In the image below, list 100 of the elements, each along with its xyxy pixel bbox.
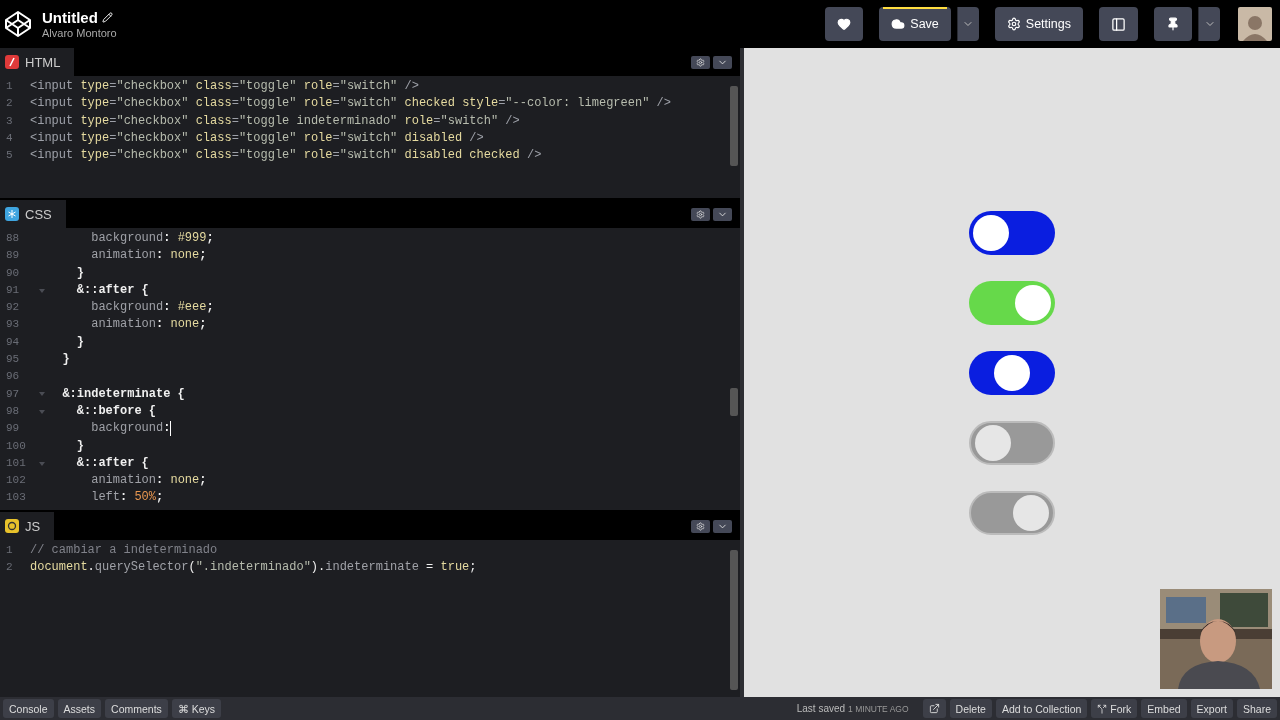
- code-line: &::after {: [75, 454, 149, 472]
- heart-button[interactable]: [825, 7, 864, 41]
- settings-button[interactable]: [691, 56, 710, 69]
- pen-title: Untitled: [42, 9, 98, 26]
- footer-tab[interactable]: ⌘ Keys: [171, 699, 222, 718]
- code-line: background:: [90, 420, 171, 438]
- toggle-switch[interactable]: [969, 280, 1055, 325]
- scrollbar[interactable]: [730, 86, 738, 166]
- last-saved-label: Last saved: [796, 703, 846, 714]
- fold-icon[interactable]: [39, 409, 45, 414]
- editor-tab[interactable]: HTML: [0, 48, 75, 76]
- footer-button[interactable]: Share: [1236, 699, 1277, 718]
- logo-icon[interactable]: [4, 10, 32, 38]
- fork-button[interactable]: Fork: [1091, 699, 1138, 718]
- code-line: <input type="checkbox" class="toggle" role="switch" checked style="--color: limegreen" />: [30, 95, 671, 113]
- footer-tab[interactable]: Assets: [57, 699, 102, 718]
- code-line: document.querySelector(".indeterminado").indeterminate = true;: [30, 559, 477, 577]
- line-number: 98: [6, 403, 20, 419]
- toggle-switch[interactable]: [969, 210, 1055, 255]
- save-button[interactable]: Save: [879, 7, 951, 41]
- line-number: 96: [6, 369, 20, 385]
- last-saved-time: 1 MINUTE AGO: [848, 703, 909, 714]
- footer-button[interactable]: Add to Collection: [995, 699, 1088, 718]
- scrollbar[interactable]: [730, 388, 738, 416]
- settings-icon: [696, 522, 705, 531]
- fold-icon[interactable]: [39, 461, 45, 466]
- fold-icon[interactable]: [39, 288, 45, 293]
- code-line: <input type="checkbox" class="toggle indeterminado" role="switch" />: [30, 112, 520, 130]
- layout-button[interactable]: [1099, 7, 1138, 41]
- code-line: <input type="checkbox" class="toggle" role="switch" />: [30, 78, 419, 95]
- editor-tab[interactable]: CSS: [0, 200, 66, 228]
- collapse-button[interactable]: [713, 520, 732, 533]
- dropdown-button[interactable]: [956, 7, 979, 41]
- line-number: 2: [6, 560, 13, 576]
- line-number: 99: [6, 421, 20, 437]
- footer-button[interactable]: Embed: [1141, 699, 1187, 718]
- settings-icon: [1006, 17, 1021, 31]
- code-line: background: #999;: [90, 230, 214, 247]
- line-number: 103: [6, 490, 26, 506]
- footer-tab[interactable]: Comments: [105, 699, 168, 718]
- line-number: 95: [6, 352, 20, 368]
- settings-button[interactable]: [691, 208, 710, 221]
- settings-icon: [696, 58, 705, 67]
- line-number: 1: [6, 79, 13, 94]
- fold-icon[interactable]: [39, 392, 45, 397]
- js-icon: [5, 519, 19, 533]
- layout-icon: [1111, 16, 1126, 32]
- settings-button[interactable]: [691, 520, 710, 533]
- code-line: }: [75, 264, 84, 282]
- line-number: 91: [6, 282, 20, 298]
- line-number: 94: [6, 334, 20, 350]
- cloud-icon: [891, 17, 906, 31]
- code-line: &::before {: [75, 402, 157, 420]
- code-line: }: [75, 333, 84, 351]
- line-number: 90: [6, 265, 20, 281]
- code-line: animation: none;: [90, 472, 207, 490]
- pin-icon: [1166, 17, 1180, 31]
- open-button[interactable]: [922, 699, 946, 718]
- footer-tab[interactable]: Console: [3, 699, 54, 718]
- code-line: left: 50%;: [90, 489, 164, 507]
- collapse-button[interactable]: [713, 56, 732, 69]
- settings-icon: [696, 210, 705, 219]
- pin-button[interactable]: [1154, 7, 1192, 41]
- code-line: // cambiar a indeterminado: [30, 542, 218, 559]
- line-number: 3: [6, 113, 13, 129]
- line-number: 92: [6, 300, 20, 316]
- html-icon: [5, 55, 19, 69]
- external-link-icon: [928, 703, 940, 714]
- code-line: <input type="checkbox" class="toggle" role="switch" disabled />: [30, 129, 484, 147]
- avatar[interactable]: [1238, 7, 1272, 41]
- line-number: 97: [6, 386, 20, 402]
- css-icon: [5, 207, 19, 221]
- line-number: 5: [6, 148, 13, 164]
- code-line: animation: none;: [90, 316, 207, 334]
- code-line: &::after {: [75, 281, 149, 299]
- toggle-switch[interactable]: [969, 350, 1055, 395]
- code-line: }: [75, 437, 84, 455]
- line-number: 93: [6, 317, 20, 333]
- footer-button[interactable]: Export: [1190, 699, 1233, 718]
- editor-tab[interactable]: JS: [0, 512, 55, 540]
- line-number: 4: [6, 130, 13, 146]
- code-line: }: [61, 351, 70, 369]
- footer-button[interactable]: Delete: [949, 699, 992, 718]
- collapse-button[interactable]: [713, 208, 732, 221]
- fork-icon: [1097, 703, 1108, 714]
- code-line: <input type="checkbox" class="toggle" role="switch" disabled checked />: [30, 147, 542, 165]
- settings-button[interactable]: Settings: [994, 7, 1083, 41]
- line-number: 2: [6, 96, 13, 112]
- author-name: Alvaro Montoro: [42, 27, 117, 39]
- line-number: 102: [6, 473, 26, 489]
- code-line: animation: none;: [90, 247, 207, 265]
- scrollbar[interactable]: [730, 550, 738, 690]
- line-number: 100: [6, 438, 26, 454]
- line-number: 88: [6, 231, 20, 246]
- heart-icon: [837, 17, 852, 31]
- code-line: &:indeterminate {: [61, 385, 185, 403]
- line-number: 101: [6, 455, 26, 471]
- edit-icon[interactable]: [101, 12, 113, 23]
- line-number: 89: [6, 248, 20, 264]
- dropdown-button[interactable]: [1198, 7, 1220, 41]
